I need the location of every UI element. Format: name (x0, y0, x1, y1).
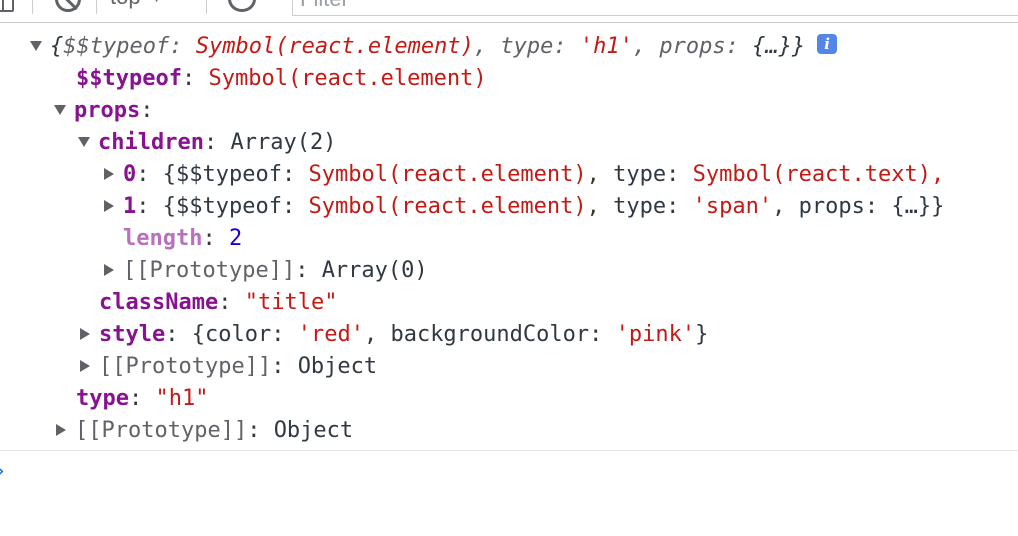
console-input[interactable] (22, 459, 1006, 487)
preview-value: {…} (752, 34, 792, 59)
context-selector[interactable]: top ▼ (110, 0, 162, 10)
preview-value: Symbol(react.element) (308, 194, 587, 219)
property-key: type (76, 386, 129, 411)
collapsed-arrow-icon[interactable] (80, 360, 90, 372)
tree-row-child-0[interactable]: 0: {$$typeof: Symbol(react.element), typ… (102, 159, 944, 191)
console-toolbar: top ▼ (0, 0, 1018, 23)
property-value: Array(0) (321, 258, 428, 283)
expand-arrow-icon[interactable] (30, 41, 42, 51)
brace: { (50, 34, 64, 59)
property-value: Object (273, 418, 354, 443)
tree-row-children-prototype[interactable]: [[Prototype]]: Array(0) (102, 255, 428, 287)
live-expression-eye-icon[interactable] (228, 0, 256, 12)
expand-arrow-icon[interactable] (54, 105, 66, 115)
property-key: [[Prototype]] (99, 354, 272, 379)
preview-key: type (613, 194, 667, 219)
property-key: length (123, 226, 203, 251)
root-preview: {$$typeof: Symbol(react.element), type: … (50, 34, 806, 59)
property-key: children (98, 130, 204, 155)
preview-value: 'h1' (579, 34, 633, 59)
property-value: "title" (244, 290, 338, 315)
collapsed-arrow-icon[interactable] (104, 168, 114, 180)
preview-key: $$typeof (176, 162, 282, 187)
tree-row-style[interactable]: style: {color: 'red', backgroundColor: '… (78, 319, 708, 351)
property-value: Symbol(react.element) (208, 66, 487, 91)
expand-arrow-icon[interactable] (78, 137, 90, 147)
collapsed-arrow-icon[interactable] (104, 200, 114, 212)
filter-input[interactable] (300, 0, 600, 14)
tree-row-props-prototype[interactable]: [[Prototype]]: Object (78, 351, 377, 383)
property-key: $$typeof (76, 66, 182, 91)
toolbar-divider (206, 0, 207, 14)
property-key: className (99, 290, 219, 315)
preview-key: props (659, 34, 726, 59)
preview-value: Symbol(react.text), (692, 162, 945, 187)
console-divider (0, 450, 1018, 451)
console-prompt[interactable]: › (0, 457, 1018, 487)
tree-root-row[interactable]: {$$typeof: Symbol(react.element), type: … (30, 31, 838, 63)
toolbar-divider (96, 0, 97, 14)
preview-value: Symbol(react.element) (195, 34, 474, 59)
property-value: Array(2) (230, 130, 337, 155)
preview-value: {…}} (891, 194, 945, 219)
property-value: "h1" (155, 386, 209, 411)
preview-key: type (613, 162, 667, 187)
property-key: [[Prototype]] (123, 258, 296, 283)
tree-row-props[interactable]: props: (54, 95, 153, 127)
property-key: 0 (123, 162, 137, 187)
collapsed-arrow-icon[interactable] (56, 424, 66, 436)
tree-row-child-1[interactable]: 1: {$$typeof: Symbol(react.element), typ… (102, 191, 944, 223)
preview-key: $$typeof (176, 194, 282, 219)
preview-value: 'red' (297, 322, 364, 347)
preview-key: backgroundColor (390, 322, 590, 347)
preview-value: 'pink' (615, 322, 696, 347)
tree-row-children[interactable]: children: Array(2) (78, 127, 336, 159)
clear-console-icon[interactable] (55, 0, 81, 12)
toolbar-divider (32, 0, 33, 14)
property-key: 1 (123, 194, 137, 219)
preview-key: props (798, 194, 865, 219)
brace: } (791, 34, 806, 59)
property-key: style (99, 322, 166, 347)
preview-key: $$typeof (63, 34, 170, 59)
chevron-down-icon: ▼ (151, 0, 163, 5)
preview-value: 'span' (692, 194, 773, 219)
property-key: props (74, 98, 141, 123)
sidebar-toggle-icon[interactable] (0, 0, 14, 12)
preview-value: Symbol(react.element) (308, 162, 587, 187)
collapsed-arrow-icon[interactable] (104, 264, 114, 276)
property-value: Object (297, 354, 378, 379)
context-selector-label: top (110, 0, 141, 9)
tree-row-root-prototype[interactable]: [[Prototype]]: Object (54, 415, 353, 447)
collapsed-arrow-icon[interactable] (80, 328, 90, 340)
property-key: [[Prototype]] (75, 418, 248, 443)
tree-row-typeof[interactable]: $$typeof: Symbol(react.element) (76, 63, 487, 95)
preview-key: type (500, 34, 554, 59)
info-icon[interactable]: i (817, 34, 838, 54)
tree-row-classname[interactable]: className: "title" (99, 287, 337, 319)
tree-row-type[interactable]: type: "h1" (76, 383, 208, 415)
tree-row-length[interactable]: length: 2 (123, 223, 242, 255)
property-value: 2 (228, 226, 243, 251)
prompt-chevron-icon: › (0, 457, 5, 487)
preview-key: color (204, 322, 272, 347)
